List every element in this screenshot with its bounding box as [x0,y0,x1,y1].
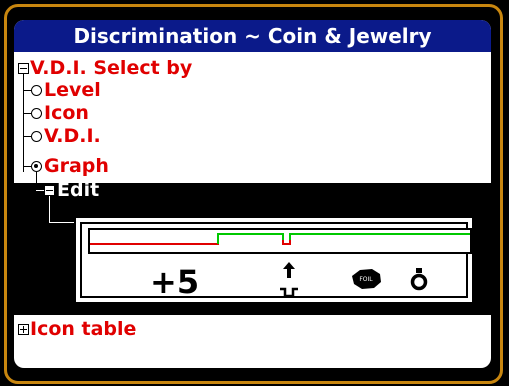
option-vdi[interactable]: V.D.I. [44,125,101,147]
tree-branch-line [49,196,50,222]
tree-trunk-line [23,74,24,172]
discrimination-graph-svg [90,233,470,245]
tree-root-vdi-select-by[interactable]: V.D.I. Select by [30,57,192,79]
option-graph[interactable]: Graph [44,155,109,177]
tree-branch-line [23,136,31,137]
expand-icon-table-icon[interactable] [18,324,29,335]
tree-branch-line [49,222,75,223]
accept-line [217,233,284,244]
radio-vdi[interactable] [31,131,42,142]
reject-line [90,240,219,245]
option-icon[interactable]: Icon [44,102,89,124]
graph-editor-inner: +5 FOIL [80,222,472,301]
up-arrow-icon [283,262,295,278]
window-title: Discrimination ~ Coin & Jewelry [14,20,491,52]
tree-node-edit[interactable]: Edit [57,179,99,201]
accept-line-right [289,233,470,240]
tree-branch-line [23,90,31,91]
discrimination-graph[interactable] [88,228,472,254]
graph-editor-panel[interactable]: +5 FOIL [74,216,474,304]
radio-icon[interactable] [31,108,42,119]
collapse-edit-icon[interactable] [44,185,55,196]
notch-reject-segment [282,240,291,245]
tree-node-icon-table[interactable]: Icon table [30,318,136,340]
foil-label: FOIL [359,276,373,283]
tree-branch-line [23,166,31,167]
foil-target-icon: FOIL [352,269,381,289]
option-level[interactable]: Level [44,79,101,101]
screen: Discrimination ~ Coin & Jewelry V.D.I. S… [14,20,491,368]
notch-symbol-icon [280,287,298,298]
ring-icon [410,268,428,291]
tree-branch-line [36,190,44,191]
vdi-value-readout: +5 [150,263,200,301]
radio-graph[interactable] [31,161,42,172]
collapse-vdi-select-icon[interactable] [18,63,29,74]
tree-branch-line [23,113,31,114]
radio-level[interactable] [31,85,42,96]
